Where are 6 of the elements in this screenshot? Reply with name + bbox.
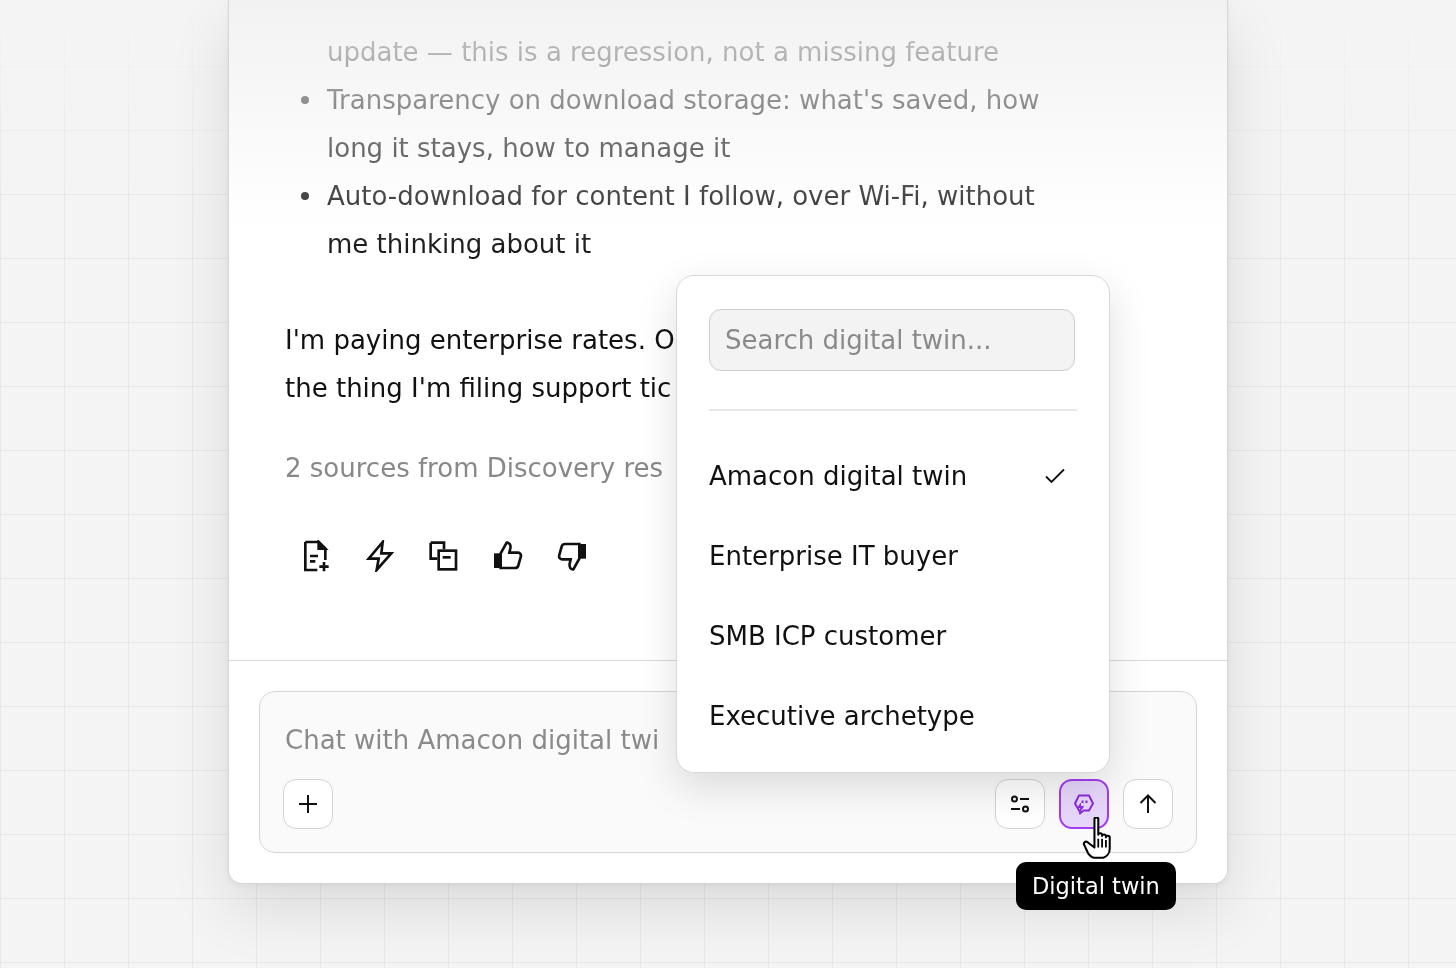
message-paragraph: I'm paying enterprise rates. O the thing I'm filing support tic bbox=[285, 324, 675, 405]
list-item-text: Auto-download for content I follow, over Wi-Fi, without me thinking about it bbox=[327, 180, 1036, 261]
list-item-text: Transparency on download storage: what's saved, how long it stays, how to manage it bbox=[327, 84, 1041, 165]
sources-text: 2 sources from Discovery res bbox=[285, 452, 664, 485]
list-item-text: update — this is a regression, not a missing feature bbox=[327, 36, 1000, 69]
tooltip: Digital twin bbox=[1016, 862, 1176, 910]
